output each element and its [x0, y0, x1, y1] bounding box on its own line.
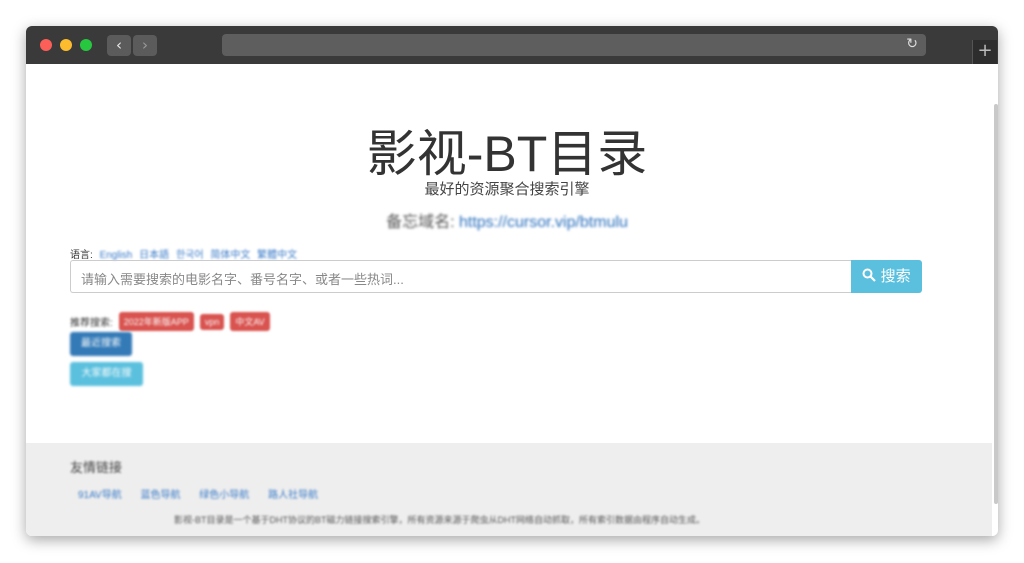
recommend-label: 推荐搜索:	[70, 318, 113, 329]
footer: 友情链接 91AV导航 蓝色导航 绿色小导航 路人社导航 影视-BT目录是一个基…	[26, 443, 992, 536]
backup-domain-link[interactable]: https://cursor.vip/btmulu	[459, 214, 628, 231]
page-scrollbar[interactable]	[994, 104, 998, 504]
friend-link[interactable]: 路人社导航	[268, 490, 318, 501]
search-input[interactable]: 请输入需要搜索的电影名字、番号名字、或者一些热词...	[70, 260, 851, 293]
new-tab-button[interactable]: +	[972, 40, 997, 64]
page-title: 影视-BT目录	[366, 126, 648, 182]
popular-search-button[interactable]: 大家都在搜	[70, 362, 143, 386]
friend-link[interactable]: 绿色小导航	[199, 490, 249, 501]
back-button[interactable]: ‹	[107, 35, 131, 56]
browser-window: ‹ › ↻ + 影视-BT目录 最好的资源聚合搜索引擎 备忘域名: https:…	[26, 26, 998, 536]
language-selector: 语言: English 日本語 한국어 简体中文 繁體中文	[70, 246, 297, 261]
recommend-tag[interactable]: 2022年新版APP	[118, 312, 194, 331]
recent-search-button[interactable]: 最近搜索	[70, 332, 132, 356]
forward-button[interactable]: ›	[133, 35, 157, 56]
browser-titlebar: ‹ › ↻ +	[26, 26, 998, 64]
search-icon	[862, 268, 877, 282]
search-button[interactable]: 搜索	[851, 260, 922, 293]
friend-link[interactable]: 91AV导航	[78, 490, 122, 501]
site-description: 影视-BT目录是一个基于DHT协议的BT磁力链接搜索引擎，所有资源来源于爬虫从D…	[174, 515, 705, 525]
language-option-simplified-chinese[interactable]: 简体中文	[210, 246, 250, 261]
reload-icon[interactable]: ↻	[906, 36, 918, 52]
language-option-korean[interactable]: 한국어	[176, 246, 204, 261]
friend-link[interactable]: 蓝色导航	[141, 490, 181, 501]
recommend-tag[interactable]: vpn	[199, 313, 225, 330]
language-option-traditional-chinese[interactable]: 繁體中文	[257, 246, 297, 261]
maximize-window-button[interactable]	[80, 39, 92, 51]
backup-domain: 备忘域名: https://cursor.vip/btmulu	[26, 208, 988, 232]
page-subtitle: 最好的资源聚合搜索引擎	[424, 181, 590, 198]
page-content: 影视-BT目录 最好的资源聚合搜索引擎 备忘域名: https://cursor…	[26, 64, 998, 536]
language-option-japanese[interactable]: 日本語	[139, 246, 169, 261]
search-button-label: 搜索	[880, 268, 911, 285]
recommend-tag[interactable]: 中文AV	[230, 312, 270, 331]
backup-domain-label: 备忘域名:	[386, 214, 455, 231]
recommended-searches: 推荐搜索: 2022年新版APP vpn 中文AV	[70, 312, 270, 331]
address-bar[interactable]: ↻	[222, 34, 926, 56]
minimize-window-button[interactable]	[60, 39, 72, 51]
friend-links: 91AV导航 蓝色导航 绿色小导航 路人社导航	[78, 486, 334, 501]
friend-links-heading: 友情链接	[70, 460, 123, 475]
close-window-button[interactable]	[40, 39, 52, 51]
